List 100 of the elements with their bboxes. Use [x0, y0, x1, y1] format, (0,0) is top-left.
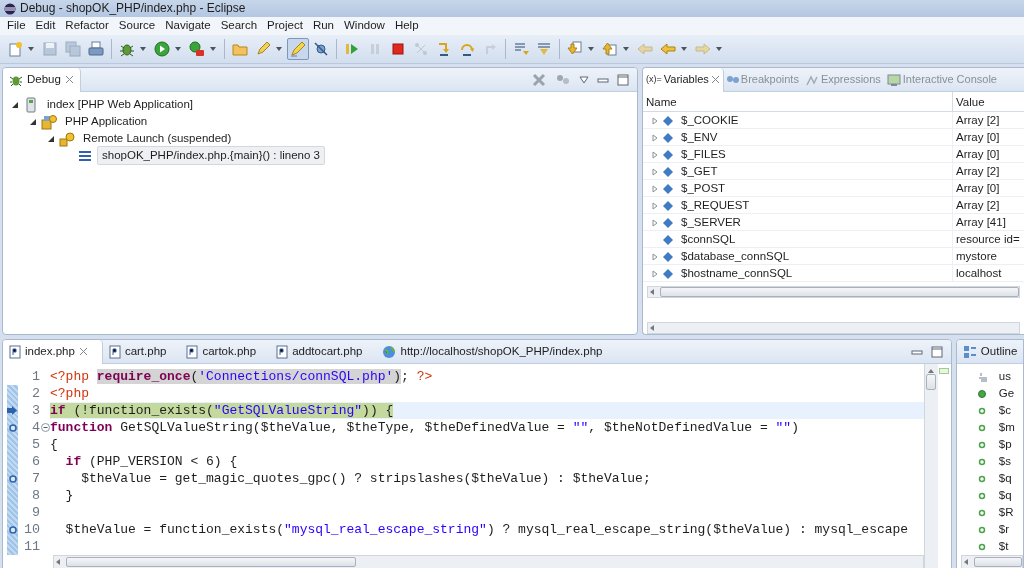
- menu-item[interactable]: Source: [113, 17, 161, 35]
- column-header[interactable]: Value: [952, 92, 1024, 111]
- view-menu-icon[interactable]: [579, 75, 589, 84]
- variable-icon: [663, 234, 673, 245]
- line-number: 5: [30, 436, 40, 453]
- resume-icon[interactable]: [344, 41, 360, 57]
- scrollbar[interactable]: [647, 322, 1020, 334]
- expander-icon[interactable]: [29, 117, 37, 126]
- editor-tab[interactable]: http://localhost/shopOK_PHP/index.php: [376, 340, 617, 364]
- dropdown-arrow-icon[interactable]: [680, 45, 688, 53]
- maximize-icon[interactable]: [930, 345, 943, 358]
- line-number: 4: [30, 419, 40, 436]
- scroll-thumb[interactable]: [660, 287, 1019, 297]
- scroll-arrow-icon[interactable]: [927, 368, 936, 374]
- scrollbar[interactable]: [647, 286, 1020, 298]
- menu-item[interactable]: Edit: [30, 17, 61, 35]
- menu-item[interactable]: File: [2, 17, 31, 35]
- folder-icon[interactable]: [232, 41, 248, 57]
- expander-icon[interactable]: [11, 100, 19, 109]
- editor-tab[interactable]: cartok.php: [180, 340, 271, 364]
- variable-name: $hostname_connSQL: [681, 266, 793, 281]
- step-into-icon[interactable]: [436, 41, 452, 57]
- run-icon[interactable]: [154, 41, 170, 57]
- line-number: 7: [30, 470, 40, 487]
- external-tools-icon[interactable]: [189, 41, 205, 57]
- toggle-button[interactable]: [287, 38, 309, 60]
- menu-item[interactable]: Window: [339, 17, 390, 35]
- close-icon[interactable]: [710, 75, 720, 84]
- close-icon[interactable]: [64, 75, 74, 84]
- outline-item[interactable]: $m: [998, 418, 1015, 437]
- variable-icon: [663, 268, 673, 279]
- dropdown-arrow-icon[interactable]: [622, 45, 630, 53]
- next-annotation-icon[interactable]: [567, 41, 583, 57]
- outline-item[interactable]: $q: [998, 469, 1012, 488]
- menu-item[interactable]: Navigate: [160, 17, 216, 35]
- variable-icon: [976, 473, 987, 484]
- dropdown-arrow-icon[interactable]: [209, 45, 217, 53]
- tree-item[interactable]: index [PHP Web Application]: [43, 95, 197, 114]
- variable-icon: [663, 183, 673, 194]
- dropdown-arrow-icon[interactable]: [587, 45, 595, 53]
- dropdown-arrow-icon[interactable]: [275, 45, 283, 53]
- outline-item[interactable]: Ge: [998, 384, 1015, 403]
- menu-item[interactable]: Help: [389, 17, 424, 35]
- variable-icon: [663, 217, 673, 228]
- variable-icon: [663, 166, 673, 177]
- outline-item[interactable]: $t: [998, 537, 1009, 556]
- dropdown-arrow-icon[interactable]: [174, 45, 182, 53]
- outline-item[interactable]: $c: [998, 401, 1011, 420]
- scroll-thumb[interactable]: [66, 557, 356, 567]
- stop-icon[interactable]: [390, 41, 406, 57]
- step-filter-icon[interactable]: [513, 41, 529, 57]
- tree-item[interactable]: PHP Application: [61, 112, 152, 131]
- close-icon[interactable]: [78, 347, 88, 356]
- outline-item[interactable]: $p: [998, 435, 1012, 454]
- scroll-arrow-icon[interactable]: [648, 288, 656, 296]
- menu-item[interactable]: Search: [215, 17, 263, 35]
- remove-all-icon[interactable]: [531, 71, 547, 88]
- editor-tab[interactable]: addtocart.php: [270, 340, 377, 364]
- expander-icon[interactable]: [47, 134, 55, 143]
- dropdown-arrow-icon[interactable]: [139, 45, 147, 53]
- editor-tab[interactable]: cart.php: [102, 340, 181, 364]
- pencil-icon[interactable]: [255, 41, 271, 57]
- scrollbar[interactable]: [923, 364, 938, 568]
- collapse-icon[interactable]: [40, 423, 50, 432]
- step-over-icon[interactable]: [459, 41, 475, 57]
- overview-mark-icon: [939, 368, 950, 374]
- scrollbar[interactable]: [960, 555, 1023, 568]
- previous-annotation-icon[interactable]: [602, 41, 618, 57]
- skip-breakpoints-icon[interactable]: [313, 41, 329, 57]
- column-header[interactable]: Name: [643, 92, 952, 111]
- menu-item[interactable]: Refactor: [60, 17, 114, 35]
- tree-item[interactable]: shopOK_PHP/index.php.{main}() : lineno 3: [97, 145, 325, 166]
- tree-item[interactable]: Remote Launch (suspended): [79, 129, 236, 148]
- outline-item[interactable]: $q: [998, 486, 1012, 505]
- scrollbar[interactable]: [53, 555, 924, 568]
- function-icon: [976, 388, 987, 399]
- scroll-arrow-icon[interactable]: [54, 558, 62, 566]
- scroll-thumb[interactable]: [926, 374, 937, 390]
- editor-tab[interactable]: index.php: [3, 340, 103, 364]
- variable-name: $_REQUEST: [681, 198, 750, 213]
- view-tab[interactable]: Debug: [3, 68, 81, 92]
- menu-item[interactable]: Project: [262, 17, 308, 35]
- outline-item[interactable]: $R: [998, 503, 1014, 522]
- line-number: 2: [30, 385, 40, 402]
- dropdown-arrow-icon[interactable]: [27, 45, 35, 53]
- menu-item[interactable]: Run: [307, 17, 339, 35]
- scroll-thumb[interactable]: [973, 557, 1022, 567]
- maximize-icon[interactable]: [617, 73, 629, 86]
- view-tab[interactable]: (x)= Variables: [643, 68, 724, 92]
- view-tab[interactable]: Outline: [956, 340, 1023, 364]
- outline-item[interactable]: $s: [998, 452, 1011, 471]
- variable-value: localhost: [952, 265, 1024, 283]
- outline-item[interactable]: $r: [998, 520, 1010, 539]
- drop-frame-icon[interactable]: [536, 41, 552, 57]
- outline-item[interactable]: us: [998, 367, 1011, 386]
- variable-icon: [663, 200, 673, 211]
- bug-icon[interactable]: [119, 41, 135, 57]
- variable-name: $_ENV: [681, 130, 718, 145]
- print-icon[interactable]: [88, 41, 104, 57]
- scroll-arrow-icon[interactable]: [648, 324, 656, 332]
